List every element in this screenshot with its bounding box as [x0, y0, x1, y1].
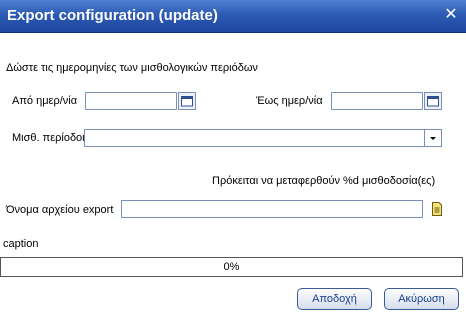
to-date-label: Έως ημερ/νία [256, 95, 323, 107]
progress-text: 0% [223, 261, 240, 273]
periods-select[interactable] [84, 129, 425, 147]
to-date-calendar-button[interactable] [424, 92, 442, 110]
calendar-icon [427, 96, 439, 107]
filename-label: Όνομα αρχείου export [6, 204, 114, 216]
periods-label: Μισθ. περίοδοι [12, 132, 85, 144]
from-date-calendar-button[interactable] [178, 92, 196, 110]
progress-bar: 0% [0, 257, 463, 277]
filename-input[interactable] [121, 200, 423, 218]
chevron-down-icon [430, 137, 436, 140]
accept-button[interactable]: Αποδοχή [297, 288, 372, 310]
from-date-input[interactable] [85, 92, 177, 110]
to-date-input[interactable] [331, 92, 423, 110]
from-date-label: Από ημερ/νία [12, 95, 78, 107]
cancel-button[interactable]: Ακύρωση [384, 288, 459, 310]
transfer-note: Πρόκειται να μεταφερθούν %d μισθοδοσία(ε… [212, 175, 436, 187]
close-icon[interactable]: ✕ [443, 7, 459, 23]
window-title: Export configuration (update) [7, 7, 218, 24]
file-browse-icon [432, 202, 442, 216]
title-bar: Export configuration (update) ✕ [0, 0, 466, 33]
instruction-text: Δώστε τις ημερομηνίες των μισθολογικών π… [6, 62, 258, 74]
caption-label: caption [3, 238, 39, 250]
file-browse-button[interactable] [429, 201, 445, 217]
periods-dropdown-button[interactable] [424, 129, 442, 147]
export-configuration-dialog: Export configuration (update) ✕ Δώστε τι… [0, 0, 466, 320]
calendar-icon [181, 96, 193, 107]
